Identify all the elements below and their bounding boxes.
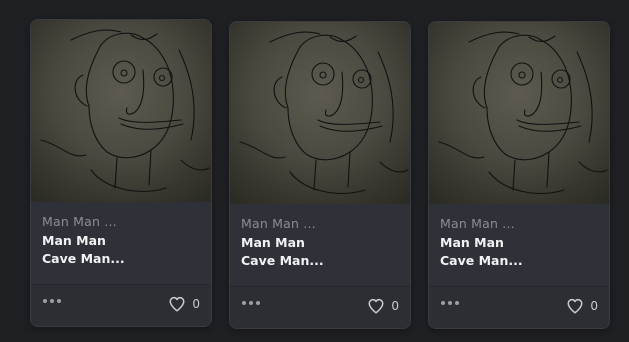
more-horizontal-icon bbox=[441, 301, 445, 305]
item-title-line1[interactable]: Man Man bbox=[440, 235, 504, 250]
like-button[interactable]: 0 bbox=[168, 295, 200, 313]
card-info: Man Man ... Man Man Cave Man... bbox=[429, 204, 609, 286]
more-options-button[interactable] bbox=[242, 301, 260, 305]
collection-name[interactable]: Man Man ... bbox=[241, 216, 316, 231]
like-button[interactable]: 0 bbox=[367, 297, 399, 315]
more-options-button[interactable] bbox=[43, 299, 61, 303]
item-title-line2[interactable]: Cave Man... bbox=[440, 253, 523, 268]
card-footer: 0 bbox=[31, 285, 211, 326]
nft-artwork-image[interactable] bbox=[31, 20, 211, 202]
nft-artwork-image[interactable] bbox=[429, 22, 609, 204]
nft-card[interactable]: Man Man ... Man Man Cave Man... 0 bbox=[428, 21, 610, 329]
collection-name[interactable]: Man Man ... bbox=[440, 216, 515, 231]
heart-outline-icon bbox=[368, 298, 384, 314]
more-options-button[interactable] bbox=[441, 301, 459, 305]
more-horizontal-icon bbox=[242, 301, 246, 305]
like-count: 0 bbox=[391, 299, 399, 313]
card-footer: 0 bbox=[429, 287, 609, 328]
nft-card[interactable]: Man Man ... Man Man Cave Man... 0 bbox=[30, 19, 212, 327]
like-button[interactable]: 0 bbox=[566, 297, 598, 315]
heart-outline-icon bbox=[567, 298, 583, 314]
collection-name[interactable]: Man Man ... bbox=[42, 214, 117, 229]
card-footer: 0 bbox=[230, 287, 410, 328]
item-title-line1[interactable]: Man Man bbox=[241, 235, 305, 250]
card-info: Man Man ... Man Man Cave Man... bbox=[230, 204, 410, 286]
like-count: 0 bbox=[590, 299, 598, 313]
item-title-line1[interactable]: Man Man bbox=[42, 233, 106, 248]
nft-artwork-image[interactable] bbox=[230, 22, 410, 204]
nft-card[interactable]: Man Man ... Man Man Cave Man... 0 bbox=[229, 21, 411, 329]
heart-outline-icon bbox=[169, 296, 185, 312]
card-info: Man Man ... Man Man Cave Man... bbox=[31, 202, 211, 284]
item-title-line2[interactable]: Cave Man... bbox=[241, 253, 324, 268]
like-count: 0 bbox=[192, 297, 200, 311]
item-title-line2[interactable]: Cave Man... bbox=[42, 251, 125, 266]
more-horizontal-icon bbox=[43, 299, 47, 303]
